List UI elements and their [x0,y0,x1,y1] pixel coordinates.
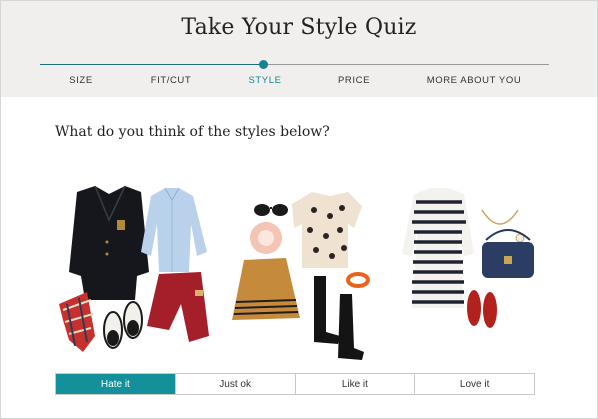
step-style[interactable]: STYLE [243,75,287,86]
just-ok-button[interactable]: Just ok [175,374,296,394]
page-title: Take Your Style Quiz [181,15,417,40]
step-more-about-you[interactable]: MORE ABOUT YOU [422,75,526,86]
step-price[interactable]: PRICE [332,75,376,86]
progress-current-marker [259,60,268,69]
outfit-image-polka-dot [230,180,405,360]
step-fit-cut[interactable]: FIT/CUT [146,75,196,86]
outfit-image-preppy [55,180,230,360]
step-size[interactable]: SIZE [61,75,101,86]
outfit-image-striped-dress [390,180,565,360]
quiz-question: What do you think of the styles below? [55,124,330,140]
progress-fill [40,64,264,65]
love-it-button[interactable]: Love it [415,374,534,394]
rating-options: Hate it Just ok Like it Love it [55,373,535,395]
hate-it-button[interactable]: Hate it [56,374,176,394]
like-it-button[interactable]: Like it [295,374,416,394]
